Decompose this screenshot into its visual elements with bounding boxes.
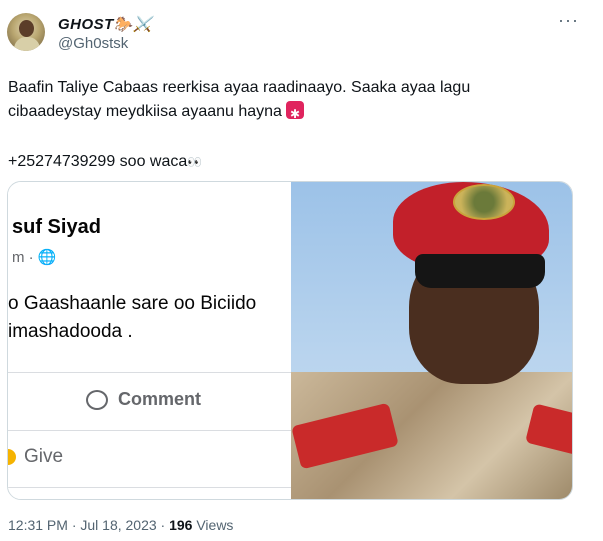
comment-icon — [86, 389, 108, 410]
fb-post-meta: m · 🌐 — [12, 249, 57, 266]
fb-post-author: suf Siyad — [12, 216, 101, 238]
tweet-timestamp[interactable]: 12:31 PM · Jul 18, 2023 · — [8, 517, 169, 533]
fb-post-line-1: o Gaashaanle sare oo Biciido — [8, 293, 257, 314]
sunglasses — [415, 254, 545, 288]
facebook-screenshot: suf Siyad m · 🌐 o Gaashaanle sare oo Bic… — [8, 182, 291, 499]
fb-divider — [8, 430, 291, 431]
tweet-card: GHOST🐎⚔️ @Gh0stsk ··· Baafin Taliye Caba… — [0, 0, 603, 541]
views-count: 196 — [169, 517, 193, 533]
fb-comment-label: Comment — [118, 389, 202, 409]
avatar-body — [14, 37, 40, 51]
tweet-media[interactable]: suf Siyad m · 🌐 o Gaashaanle sare oo Bic… — [7, 181, 573, 500]
eyes-icon: 👀 — [187, 155, 202, 169]
user-handle[interactable]: @Gh0stsk — [58, 35, 128, 52]
fb-give-label: Give — [24, 446, 64, 467]
more-options-icon[interactable]: ··· — [558, 10, 579, 31]
tweet-line-2: cibaadeystay meydkiisa ayaanu hayna — [8, 103, 282, 120]
fb-post-text: o Gaashaanle sare oo Biciido imashadooda… — [8, 290, 291, 346]
coin-icon — [8, 449, 16, 465]
avatar[interactable] — [7, 13, 45, 51]
tweet-footer: 12:31 PM · Jul 18, 2023 · 196 Views — [8, 517, 233, 533]
tweet-text: Baafin Taliye Cabaas reerkisa ayaa raadi… — [8, 76, 578, 174]
views-label: Views — [192, 517, 234, 533]
beret-badge-icon — [453, 184, 515, 220]
fb-divider — [8, 487, 291, 488]
tweet-line-1: Baafin Taliye Cabaas reerkisa ayaa raadi… — [8, 79, 471, 96]
fb-comment-button: Comment — [86, 389, 201, 410]
police-light-icon — [285, 101, 304, 126]
tweet-line-3: +25274739299 soo waca — [8, 153, 188, 170]
display-name[interactable]: GHOST🐎⚔️ — [58, 15, 152, 33]
fb-divider — [8, 372, 291, 373]
fb-give-button: Give — [8, 446, 64, 468]
avatar-head — [19, 20, 34, 37]
fb-post-line-2: imashadooda . — [8, 321, 133, 342]
officer-photo — [291, 182, 572, 499]
